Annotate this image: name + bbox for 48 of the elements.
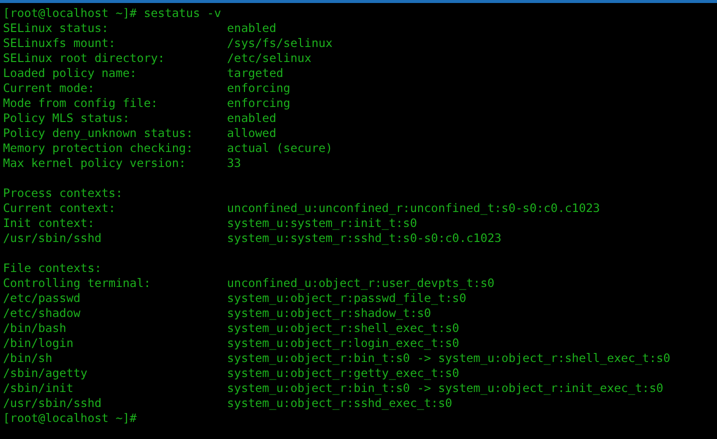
status-value: enabled <box>227 21 276 36</box>
status-label: /bin/login <box>3 336 74 351</box>
status-label: /usr/sbin/sshd <box>3 231 103 246</box>
status-label: /usr/sbin/sshd <box>3 396 103 411</box>
status-value: unconfined_u:object_r:user_devpts_t:s0 <box>227 276 494 291</box>
status-label: Current mode: <box>3 81 96 96</box>
status-value: system_u:object_r:shell_exec_t:s0 <box>227 321 460 336</box>
status-label: /bin/bash <box>3 321 68 336</box>
status-label: /etc/shadow <box>3 306 82 321</box>
status-value: enabled <box>227 111 276 126</box>
status-value: unconfined_u:unconfined_r:unconfined_t:s0-s0:c0.c1023 <box>227 201 600 216</box>
status-label: SELinuxfs mount: <box>3 36 117 51</box>
status-label: SELinux root directory: <box>3 51 166 66</box>
status-value: actual (secure) <box>227 141 333 156</box>
status-value: system_u:object_r:sshd_exec_t:s0 <box>227 396 452 411</box>
status-label: Init context: <box>3 216 96 231</box>
status-label: Current context: <box>3 201 117 216</box>
status-label: Memory protection checking: <box>3 141 194 156</box>
status-label: /sbin/agetty <box>3 366 88 381</box>
status-value: targeted <box>227 66 284 81</box>
status-value: enforcing <box>227 96 290 111</box>
status-label: Max kernel policy version: <box>3 156 187 171</box>
status-label: Policy MLS status: <box>3 111 131 126</box>
status-label: Mode from config file: <box>3 96 159 111</box>
status-label: /bin/sh <box>3 351 54 366</box>
shell-prompt: [root@localhost ~]# sestatus -v <box>3 6 222 21</box>
status-value: /sys/fs/selinux <box>227 36 333 51</box>
section-heading: Process contexts: <box>3 186 124 201</box>
section-heading: File contexts: <box>3 261 103 276</box>
status-value: enforcing <box>227 81 290 96</box>
status-value: system_u:object_r:bin_t:s0 -> system_u:object_r:shell_exec_t:s0 <box>227 351 670 366</box>
status-value: system_u:object_r:shadow_t:s0 <box>227 306 432 321</box>
status-value: system_u:object_r:login_exec_t:s0 <box>227 336 460 351</box>
status-value: system_u:object_r:bin_t:s0 -> system_u:object_r:init_exec_t:s0 <box>227 381 664 396</box>
status-label: /sbin/init <box>3 381 74 396</box>
status-value: system_u:object_r:getty_exec_t:s0 <box>227 366 460 381</box>
status-label: SELinux status: <box>3 21 110 36</box>
status-value: system_u:object_r:passwd_file_t:s0 <box>227 291 466 306</box>
shell-prompt: [root@localhost ~]# <box>3 411 138 426</box>
status-value: 33 <box>227 156 242 171</box>
status-label: Controlling terminal: <box>3 276 152 291</box>
status-label: Loaded policy name: <box>3 66 138 81</box>
status-value: allowed <box>227 126 276 141</box>
status-value: system_u:system_r:sshd_t:s0-s0:c0.c1023 <box>227 231 502 246</box>
status-label: /etc/passwd <box>3 291 82 306</box>
status-value: system_u:system_r:init_t:s0 <box>227 216 417 231</box>
status-label: Policy deny_unknown status: <box>3 126 194 141</box>
status-value: /etc/selinux <box>227 51 312 66</box>
